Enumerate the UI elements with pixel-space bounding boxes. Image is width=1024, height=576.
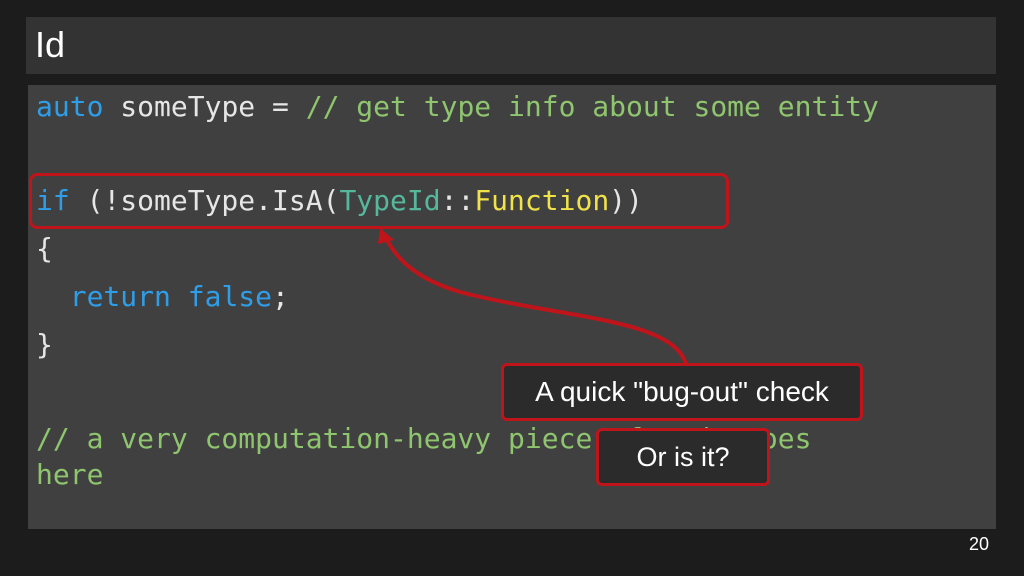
callout-or-is-it: Or is it? <box>596 428 770 486</box>
page-number: 20 <box>968 534 989 554</box>
callout-bug-out-check: A quick "bug-out" check <box>501 363 863 421</box>
arrow-connector <box>378 228 688 365</box>
